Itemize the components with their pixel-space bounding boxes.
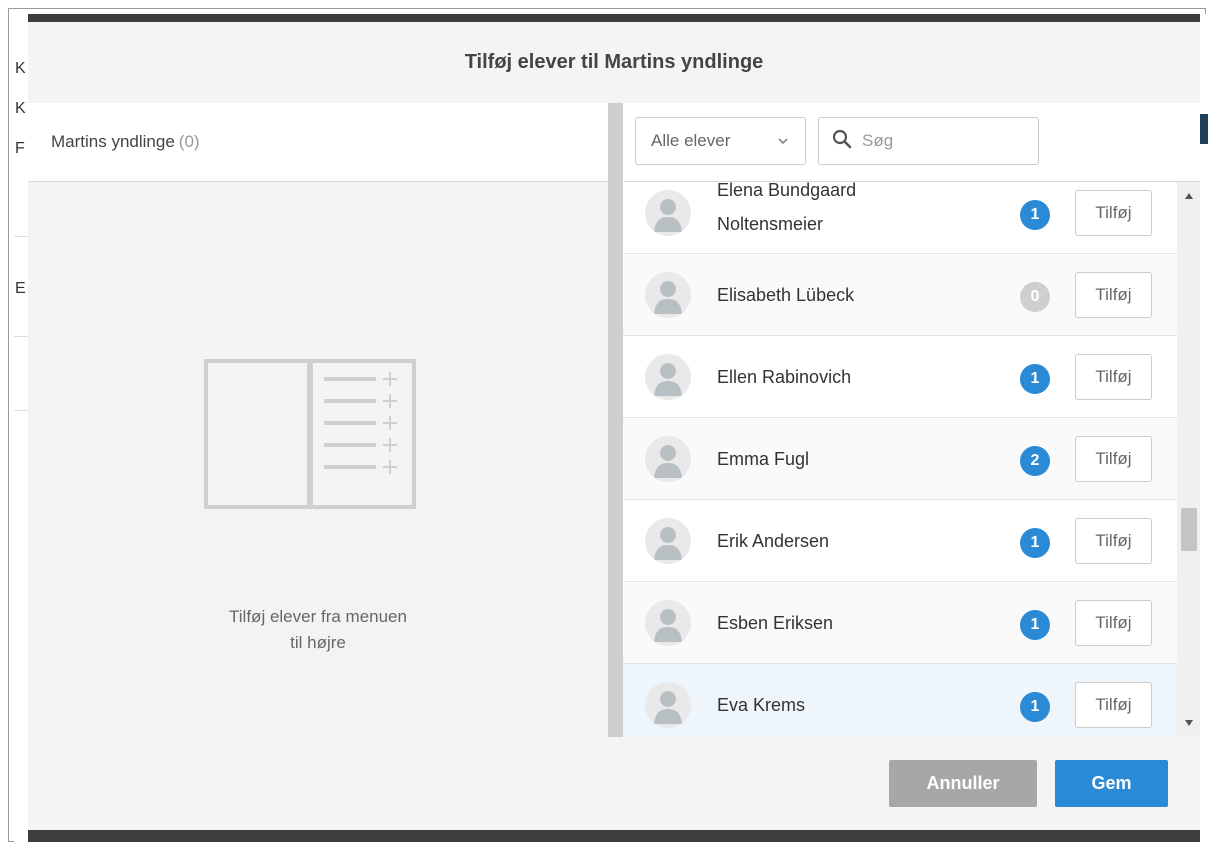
cancel-button[interactable]: Annuller [889,760,1037,807]
add-student-button[interactable]: Tilføj [1075,518,1152,564]
selected-students-pane: Martins yndlinge (0) Tilføj elever fra m… [28,103,608,737]
avatar-icon [645,354,691,400]
student-name: Erik Andersen [717,531,830,551]
add-student-button[interactable]: Tilføj [1075,354,1152,400]
save-button[interactable]: Gem [1055,760,1168,807]
list-item: Eva Krems 1 Tilføj [623,664,1177,737]
group-header: Martins yndlinge (0) [28,103,608,182]
list-item: Ellen Rabinovich 1 Tilføj [623,336,1177,418]
modal-title: Tilføj elever til Martins yndlinge [464,51,764,73]
background-page-left-edge: K K F E [14,14,28,842]
list-item: Esben Eriksen 1 Tilføj [623,582,1177,664]
scroll-down-icon[interactable] [1177,713,1200,733]
avatar-icon [645,518,691,564]
student-picker-pane: Alle elever Elena [623,103,1200,737]
search-icon [832,129,852,154]
scroll-up-icon[interactable] [1177,186,1200,206]
add-student-button[interactable]: Tilføj [1075,600,1152,646]
modal-footer: Annuller Gem [28,737,1200,830]
pane-divider [608,103,623,737]
scroll-thumb[interactable] [1181,508,1197,551]
list-scrollbar[interactable] [1177,182,1200,737]
add-students-modal: Tilføj elever til Martins yndlinge Marti… [28,22,1200,830]
student-name: Elisabeth Lübeck [717,285,855,305]
group-count-badge: 1 [1020,610,1050,640]
group-name: Martins yndlinge [51,132,175,151]
group-count-badge: 2 [1020,446,1050,476]
student-filter-select[interactable]: Alle elever [635,117,806,165]
empty-state-line-2: til højre [290,633,346,652]
group-count-badge: 1 [1020,200,1050,230]
add-student-button[interactable]: Tilføj [1075,272,1152,318]
filter-selected-value: Alle elever [651,131,731,150]
add-student-button[interactable]: Tilføj [1075,682,1152,728]
group-count-badge: 0 [1020,282,1050,312]
student-name: Emma Fugl [717,449,810,469]
student-list: Elena Bundgaard Noltensmeier 1 Tilføj El… [623,182,1177,737]
list-item: Emma Fugl 2 Tilføj [623,418,1177,500]
student-name: Eva Krems [717,695,806,715]
student-name: Ellen Rabinovich [717,367,852,387]
student-name: Elena Bundgaard Noltensmeier [717,182,997,248]
search-box[interactable] [818,117,1039,165]
student-name: Esben Eriksen [717,613,834,633]
group-count-badge: 1 [1020,364,1050,394]
list-item: Elisabeth Lübeck 0 Tilføj [623,254,1177,336]
search-input[interactable] [862,131,1022,151]
group-count: (0) [178,132,200,151]
avatar-icon [645,682,691,728]
avatar-icon [645,272,691,318]
add-student-button[interactable]: Tilføj [1075,436,1152,482]
empty-state-message: Tilføj elever fra menuen til højre [188,604,448,656]
add-student-button[interactable]: Tilføj [1075,190,1152,236]
empty-state-line-1: Tilføj elever fra menuen [229,607,407,626]
empty-list-icon [204,359,416,514]
group-count-badge: 1 [1020,528,1050,558]
avatar-icon [645,600,691,646]
student-name-line-2: Noltensmeier [717,214,824,234]
avatar-icon [645,190,691,236]
list-item: Elena Bundgaard Noltensmeier 1 Tilføj [623,182,1177,254]
picker-toolbar: Alle elever [623,103,1200,182]
student-name-line-1: Elena Bundgaard [717,182,857,200]
group-count-badge: 1 [1020,692,1050,722]
chevron-down-icon [775,133,791,154]
list-item: Erik Andersen 1 Tilføj [623,500,1177,582]
avatar-icon [645,436,691,482]
background-page-right-edge [1200,14,1208,842]
